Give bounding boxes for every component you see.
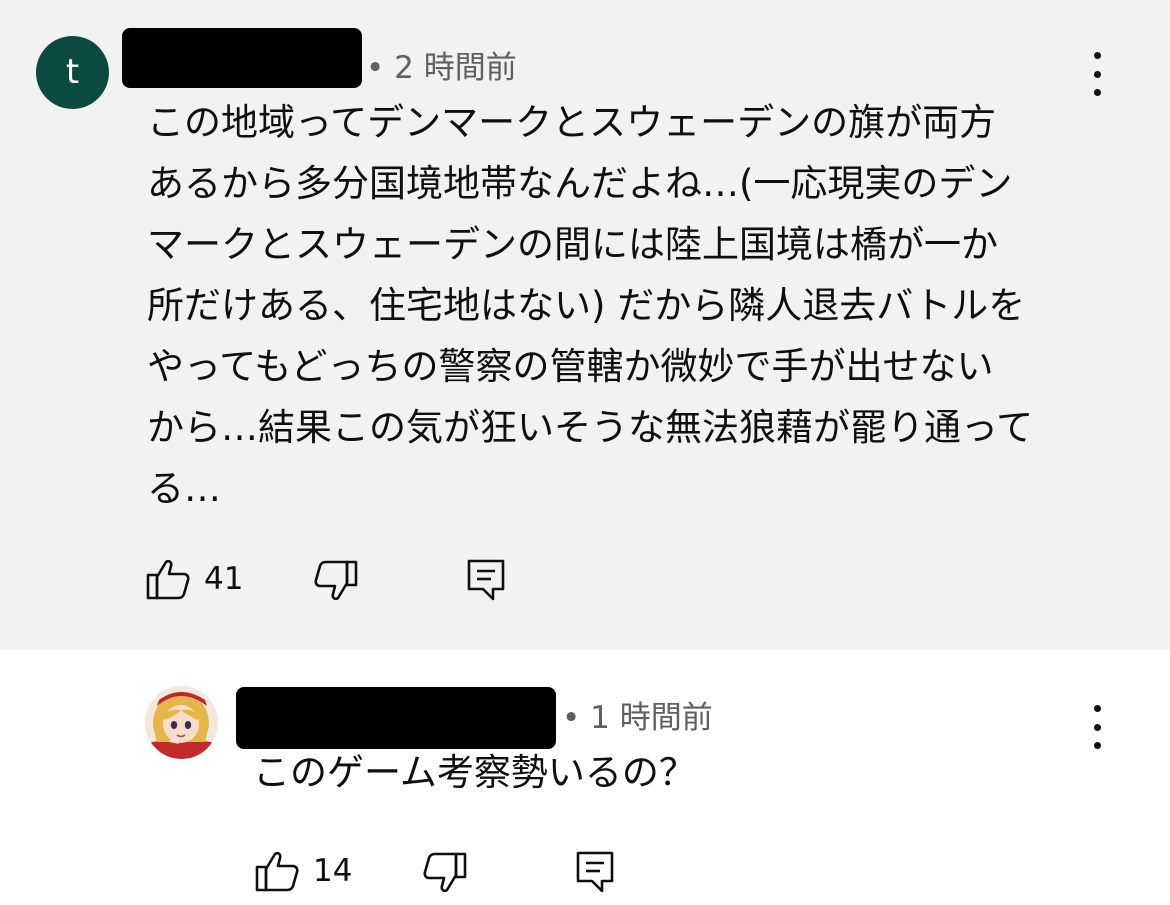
avatar[interactable] <box>145 686 218 759</box>
comment-text-line: やってもどっちの警察の管轄か微妙で手が出せない <box>147 345 994 388</box>
comment-icon <box>466 558 506 602</box>
comment-highlighted: t • 2 時間前 この地域ってデンマークとスウェーデンの旗が両方 あるから多分… <box>0 0 1170 650</box>
thumbs-down-icon <box>314 560 358 602</box>
comment-icon <box>575 850 615 894</box>
redacted-username <box>236 687 556 749</box>
like-count: 14 <box>313 853 353 889</box>
comment-text-line: から…結果この気が狂いそうな無法狼藉が罷り通って <box>147 406 1034 449</box>
comment-text: このゲーム考察勢いるの？ <box>253 751 696 794</box>
more-vertical-icon[interactable] <box>1082 52 1112 96</box>
comment-time: • 2 時間前 <box>366 50 517 86</box>
comment-text-line: あるから多分国境地帯なんだよね…(一応現実のデン <box>147 162 1013 205</box>
reply-button[interactable] <box>466 558 506 602</box>
reply-button[interactable] <box>575 850 615 894</box>
comment-text-line: マークとスウェーデンの間には陸上国境は橋が一か <box>147 223 998 266</box>
like-button[interactable]: 41 <box>146 558 243 600</box>
avatar[interactable]: t <box>36 36 109 109</box>
comment-text-line: この地域ってデンマークとスウェーデンの旗が両方 <box>147 101 997 144</box>
dislike-button[interactable] <box>423 852 467 894</box>
dislike-button[interactable] <box>314 560 358 602</box>
comment-text: この地域ってデンマークとスウェーデンの旗が両方 あるから多分国境地帯なんだよね…… <box>147 92 1107 519</box>
comment-text-line: 所だけある、住宅地はない) だから隣人退去バトルを <box>147 284 1026 327</box>
comment-text-line: る… <box>147 467 221 510</box>
thumbs-down-icon <box>423 852 467 894</box>
like-count: 41 <box>204 561 244 597</box>
thumbs-up-icon <box>146 558 190 600</box>
thumbs-up-icon <box>255 850 299 892</box>
like-button[interactable]: 14 <box>255 850 352 892</box>
comment-time: • 1 時間前 <box>562 700 713 736</box>
redacted-username <box>122 28 362 88</box>
